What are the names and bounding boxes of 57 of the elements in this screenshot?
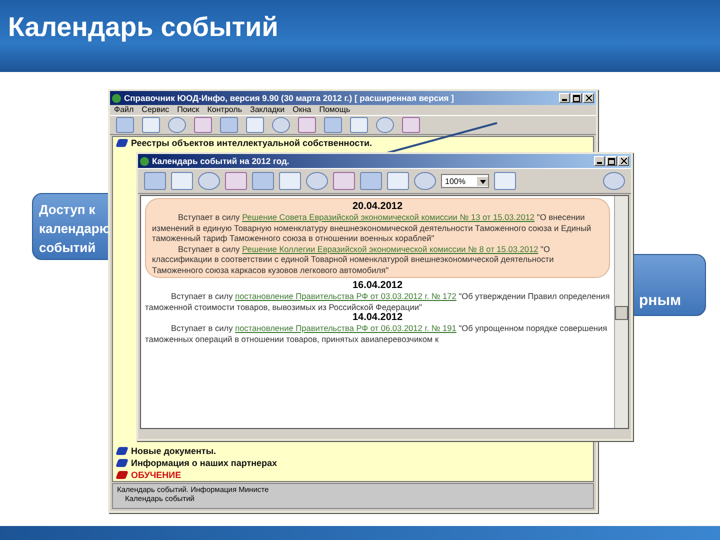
menu-item[interactable]: Сервис bbox=[142, 105, 170, 115]
menu-item[interactable]: Помощь bbox=[319, 105, 350, 115]
list-item[interactable]: Новые документы. bbox=[131, 446, 216, 456]
menu-item[interactable]: Окна bbox=[292, 105, 312, 115]
toolbar-icon[interactable] bbox=[376, 117, 394, 133]
close-button[interactable] bbox=[583, 93, 594, 103]
maximize-button[interactable] bbox=[571, 93, 582, 103]
zoom-dropdown[interactable]: 100% bbox=[441, 174, 489, 188]
toolbar-icon[interactable] bbox=[144, 172, 166, 190]
toolbar-icon[interactable] bbox=[603, 172, 625, 190]
toolbar-icon[interactable] bbox=[387, 172, 409, 190]
toolbar-icon[interactable] bbox=[298, 117, 316, 133]
toolbar-icon[interactable] bbox=[360, 172, 382, 190]
toolbar-icon[interactable] bbox=[279, 172, 301, 190]
slide-title: Календарь событий bbox=[8, 12, 278, 43]
toolbar-icon[interactable] bbox=[494, 172, 516, 190]
toolbar-icon[interactable] bbox=[350, 117, 368, 133]
toolbar-icon[interactable] bbox=[116, 117, 134, 133]
list-item[interactable]: Реестры объектов интеллектуальной собственности. bbox=[131, 138, 372, 148]
document-link[interactable]: Решение Совета Евразийской экономической комиссии № 13 от 15.03.2012 bbox=[242, 212, 535, 222]
toolbar-icon[interactable] bbox=[324, 117, 342, 133]
minimize-button[interactable] bbox=[594, 156, 605, 166]
minimize-button[interactable] bbox=[559, 93, 570, 103]
menu-item[interactable]: Контроль bbox=[207, 105, 242, 115]
toolbar-icon[interactable] bbox=[306, 172, 328, 190]
list-item[interactable]: ОБУЧЕНИЕ bbox=[131, 470, 182, 480]
close-button[interactable] bbox=[618, 156, 629, 166]
toolbar-icon[interactable] bbox=[333, 172, 355, 190]
app-icon bbox=[112, 94, 121, 102]
window-title: Справочник ЮОД-Инфо, версия 9.90 (30 марта 2012 г.) [ расширенная версия ] bbox=[124, 93, 454, 103]
date-heading: 16.04.2012 bbox=[351, 280, 404, 291]
document-link[interactable]: постановление Правительства РФ от 06.03.2012 г. № 191 bbox=[235, 323, 456, 333]
toolbar-icon[interactable] bbox=[198, 172, 220, 190]
window-title: Календарь событий на 2012 год. bbox=[152, 156, 290, 166]
paragraph: Вступает в силу постановление Правительства РФ от 06.03.2012 г. № 191 "Об упрощенном порядке совершения таможенных операций в отношении товаров, принятых авиаперевозчиком к bbox=[145, 323, 608, 344]
document-link[interactable]: Решение Коллегии Евразийской экономической комиссии № 8 от 15.03.2012 bbox=[242, 244, 538, 254]
menu-item[interactable]: Поиск bbox=[177, 105, 200, 115]
toolbar-icon[interactable] bbox=[246, 117, 264, 133]
maximize-button[interactable] bbox=[606, 156, 617, 166]
date-heading: 14.04.2012 bbox=[351, 312, 404, 323]
toolbar-icon[interactable] bbox=[168, 117, 186, 133]
toolbar-icon[interactable] bbox=[252, 172, 274, 190]
scrollbar[interactable] bbox=[614, 196, 628, 428]
toolbar-icon[interactable] bbox=[171, 172, 193, 190]
list-item[interactable]: Информация о наших партнерах bbox=[131, 458, 278, 468]
document-link[interactable]: постановление Правительства РФ от 03.03.2012 г. № 172 bbox=[235, 291, 456, 301]
toolbar-icon[interactable] bbox=[402, 117, 420, 133]
toolbar-icon[interactable] bbox=[414, 172, 436, 190]
menu-item[interactable]: Файл bbox=[114, 105, 134, 115]
app-icon bbox=[140, 156, 149, 166]
toolbar-icon[interactable] bbox=[142, 117, 160, 133]
menu-item[interactable]: Закладки bbox=[250, 105, 285, 115]
toolbar-icon[interactable] bbox=[220, 117, 238, 133]
toolbar-icon[interactable] bbox=[225, 172, 247, 190]
toolbar-icon[interactable] bbox=[194, 117, 212, 133]
date-heading: 20.04.2012 bbox=[351, 201, 404, 212]
toolbar-icon[interactable] bbox=[272, 117, 290, 133]
